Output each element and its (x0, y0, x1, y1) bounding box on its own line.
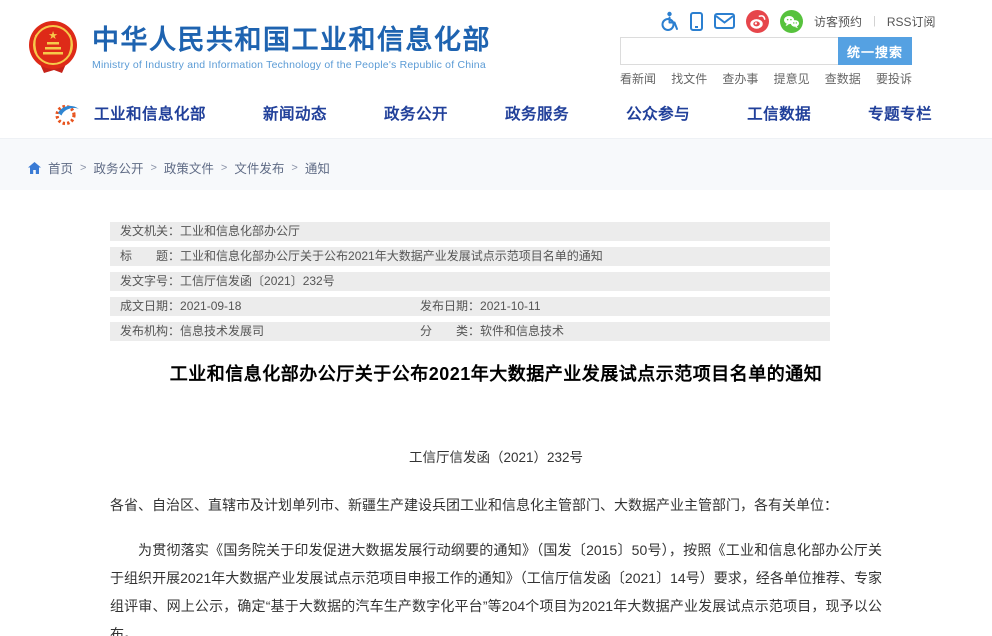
shortcut-link-data[interactable]: 查数据 (825, 70, 861, 87)
meta-label: 成文日期： (120, 297, 180, 316)
meta-value: 2021-10-11 (480, 297, 541, 316)
breadcrumb: 首页 > 政务公开 > 政策文件 > 文件发布 > 通知 (28, 158, 330, 177)
breadcrumb-item-notice[interactable]: 通知 (305, 158, 330, 177)
meta-row-publisher-category: 发布机构：信息技术发展司 分 类：软件和信息技术 (110, 322, 830, 341)
article-title: 工业和信息化部办公厅关于公布2021年大数据产业发展试点示范项目名单的通知 (110, 360, 882, 386)
brand-text: 中华人民共和国工业和信息化部 Ministry of Industry and … (92, 24, 491, 71)
breadcrumb-home-icon[interactable] (28, 162, 41, 174)
breadcrumb-separator: > (150, 162, 156, 174)
page: ★ 中华人民共和国工业和信息化部 Ministry of Industry an… (0, 0, 992, 636)
site-header: ★ 中华人民共和国工业和信息化部 Ministry of Industry an… (0, 0, 992, 88)
breadcrumb-item-policy-docs[interactable]: 政策文件 (164, 158, 214, 177)
article-paragraph: 为贯彻落实《国务院关于印发促进大数据发展行动纲要的通知》（国发〔2015〕50号… (110, 536, 882, 636)
meta-row-doc-number: 发文字号：工信厅信发函〔2021〕232号 (110, 272, 830, 291)
nav-items: 工业和信息化部 新闻动态 政务公开 政务服务 公众参与 工信数据 专题专栏 (94, 102, 989, 124)
shortcut-link-services[interactable]: 查办事 (722, 70, 758, 87)
search-shortcuts: 看新闻 找文件 查办事 提意见 查数据 要投诉 (620, 70, 912, 87)
shortcut-link-files[interactable]: 找文件 (671, 70, 707, 87)
nav-item-gov-services[interactable]: 政务服务 (505, 102, 569, 124)
article-content: 发文机关：工业和信息化部办公厅 标 题：工业和信息化部办公厅关于公布2021年大… (0, 190, 992, 636)
site-brand[interactable]: ★ 中华人民共和国工业和信息化部 Ministry of Industry an… (28, 20, 491, 74)
nav-item-gov-disclosure[interactable]: 政务公开 (384, 102, 448, 124)
document-meta-table: 发文机关：工业和信息化部办公厅 标 题：工业和信息化部办公厅关于公布2021年大… (110, 222, 830, 347)
national-emblem-icon: ★ (28, 20, 78, 74)
miit-logo-icon (54, 99, 81, 128)
article-salutation: 各省、自治区、直辖市及计划单列市、新疆生产建设兵团工业和信息化主管部门、大数据产… (110, 494, 882, 516)
breadcrumb-item-gov-disclosure[interactable]: 政务公开 (93, 158, 143, 177)
nav-item-special-topics[interactable]: 专题专栏 (868, 102, 932, 124)
meta-value: 信息技术发展司 (180, 322, 264, 341)
nav-item-miit[interactable]: 工业和信息化部 (94, 102, 206, 124)
meta-label: 发文字号： (120, 272, 180, 291)
meta-label: 分 类： (420, 322, 480, 341)
weibo-icon[interactable] (746, 10, 769, 33)
nav-item-news[interactable]: 新闻动态 (263, 102, 327, 124)
meta-value: 软件和信息技术 (480, 322, 564, 341)
meta-row-issuing-agency: 发文机关：工业和信息化部办公厅 (110, 222, 830, 241)
breadcrumb-separator: > (291, 162, 297, 174)
meta-value: 工业和信息化部办公厅关于公布2021年大数据产业发展试点示范项目名单的通知 (180, 247, 603, 266)
breadcrumb-strip: 首页 > 政务公开 > 政策文件 > 文件发布 > 通知 (0, 138, 992, 190)
nav-item-miit-data[interactable]: 工信数据 (747, 102, 811, 124)
meta-value: 2021-09-18 (180, 297, 241, 316)
article-doc-number: 工信厅信发函（2021）232号 (110, 446, 882, 466)
main-nav: 工业和信息化部 新闻动态 政务公开 政务服务 公众参与 工信数据 专题专栏 (0, 88, 992, 138)
breadcrumb-item-doc-release[interactable]: 文件发布 (234, 158, 284, 177)
breadcrumb-separator: > (221, 162, 227, 174)
meta-value: 工信厅信发函〔2021〕232号 (180, 272, 335, 291)
mail-icon[interactable] (714, 13, 735, 29)
breadcrumb-separator: > (80, 162, 86, 174)
site-subtitle: Ministry of Industry and Information Tec… (92, 59, 491, 71)
breadcrumb-item-home[interactable]: 首页 (48, 158, 73, 177)
meta-value: 工业和信息化部办公厅 (180, 222, 300, 241)
wechat-icon[interactable] (780, 10, 803, 33)
shortcut-link-news[interactable]: 看新闻 (620, 70, 656, 87)
meta-row-title: 标 题：工业和信息化部办公厅关于公布2021年大数据产业发展试点示范项目名单的通… (110, 247, 830, 266)
meta-label: 发文机关： (120, 222, 180, 241)
meta-label: 发布机构： (120, 322, 180, 341)
svg-text:★: ★ (48, 30, 58, 42)
meta-row-dates: 成文日期：2021-09-18 发布日期：2021-10-11 (110, 297, 830, 316)
search-bar: 统一搜索 (620, 37, 912, 65)
shortcut-link-complaints[interactable]: 要投诉 (876, 70, 912, 87)
accessibility-icon[interactable] (660, 11, 679, 32)
site-title: 中华人民共和国工业和信息化部 (92, 24, 491, 56)
meta-label: 发布日期： (420, 297, 480, 316)
meta-label: 标 题： (120, 247, 180, 266)
unified-search-button[interactable]: 统一搜索 (838, 37, 912, 65)
rss-link[interactable]: RSS订阅 (887, 13, 936, 30)
visitor-appointment-link[interactable]: 访客预约 (814, 13, 862, 30)
search-input[interactable] (620, 37, 838, 65)
utility-bar: 访客预约 | RSS订阅 (660, 9, 936, 33)
nav-item-public-participation[interactable]: 公众参与 (626, 102, 690, 124)
shortcut-link-suggestions[interactable]: 提意见 (774, 70, 810, 87)
mobile-icon[interactable] (690, 12, 703, 31)
utility-separator: | (873, 15, 876, 27)
